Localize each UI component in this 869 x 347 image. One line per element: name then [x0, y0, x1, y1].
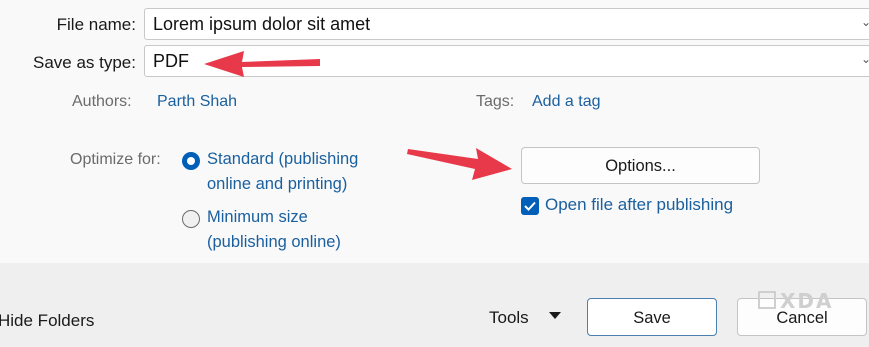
save-type-value: PDF [153, 51, 189, 71]
radio-minimum-line2: (publishing online) [207, 233, 341, 251]
hide-folders-button[interactable]: Hide Folders [0, 311, 94, 331]
annotation-arrow-icon [204, 51, 320, 77]
xda-logo-icon [758, 291, 776, 309]
authors-value[interactable]: Parth Shah [157, 93, 237, 111]
radio-standard-line1: Standard (publishing [207, 150, 359, 168]
open-after-checkbox[interactable] [521, 197, 539, 215]
xda-watermark: XDA [758, 289, 834, 313]
authors-label: Authors: [72, 93, 132, 110]
xda-watermark-text: XDA [780, 289, 834, 313]
radio-standard[interactable] [182, 152, 200, 170]
save-type-label: Save as type: [32, 53, 136, 72]
file-name-input[interactable]: Lorem ipsum dolor sit amet ⌄ [144, 8, 869, 40]
tags-label: Tags: [476, 93, 515, 110]
file-name-value: Lorem ipsum dolor sit amet [153, 14, 371, 34]
file-name-label: File name: [56, 15, 136, 34]
radio-minimum-label[interactable]: Minimum size (publishing online) [207, 205, 341, 255]
annotation-arrow-icon [407, 148, 512, 180]
chevron-down-icon[interactable]: ⌄ [861, 15, 869, 29]
optimize-label: Optimize for: [70, 151, 161, 168]
triangle-down-icon [549, 312, 561, 319]
radio-standard-line2: online and printing) [207, 175, 348, 193]
add-tag-link[interactable]: Add a tag [532, 93, 601, 111]
tools-label: Tools [489, 308, 529, 327]
open-after-label[interactable]: Open file after publishing [545, 195, 733, 215]
options-button[interactable]: Options... [521, 147, 760, 184]
radio-minimum[interactable] [182, 210, 200, 228]
chevron-down-icon[interactable]: ⌄ [861, 52, 869, 66]
checkmark-icon [524, 201, 536, 211]
radio-minimum-line1: Minimum size [207, 208, 308, 226]
radio-standard-label[interactable]: Standard (publishing online and printing… [207, 147, 358, 197]
tools-menu[interactable]: Tools [489, 308, 569, 330]
save-button[interactable]: Save [587, 298, 717, 336]
